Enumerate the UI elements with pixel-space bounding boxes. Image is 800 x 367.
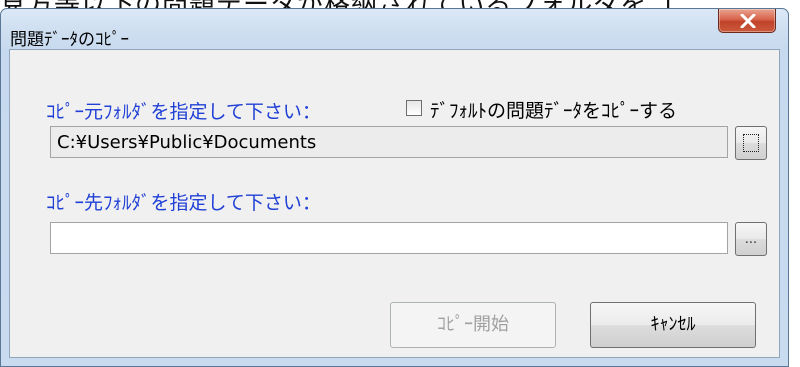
window-title: 問題ﾃﾞｰﾀのｺﾋﾟｰ [10,30,129,50]
cancel-button[interactable]: ｷｬﾝｾﾙ [590,302,756,348]
dialog-window: 問題ﾃﾞｰﾀのｺﾋﾟｰ ｺﾋﾟｰ元ﾌｫﾙﾀﾞを指定して下さい： ﾃﾞﾌｫﾙﾄの問… [0,8,789,367]
destination-folder-label: ｺﾋﾟｰ先ﾌｫﾙﾀﾞを指定して下さい： [46,192,321,214]
screenshot: 見方等以下の問題データが格納されているフォルダをコ 問題ﾃﾞｰﾀのｺﾋﾟｰ ｺﾋ… [0,0,800,367]
destination-browse-button[interactable]: ... [735,222,767,256]
source-browse-button[interactable] [735,126,767,160]
folder-browse-icon [743,134,759,152]
source-path-field[interactable]: C:¥Users¥Public¥Documents [50,126,728,158]
default-data-checkbox[interactable] [406,100,422,116]
dialog-client-area: ｺﾋﾟｰ元ﾌｫﾙﾀﾞを指定して下さい： ﾃﾞﾌｫﾙﾄの問題ﾃﾞｰﾀをｺﾋﾟｰする… [9,49,780,358]
default-data-checkbox-label[interactable]: ﾃﾞﾌｫﾙﾄの問題ﾃﾞｰﾀをｺﾋﾟｰする [430,96,677,123]
close-x-icon [740,14,756,28]
start-copy-button[interactable]: ｺﾋﾟｰ開始 [390,302,556,348]
source-folder-label: ｺﾋﾟｰ元ﾌｫﾙﾀﾞを指定して下さい： [46,101,321,123]
title-bar[interactable]: 問題ﾃﾞｰﾀのｺﾋﾟｰ [1,9,788,50]
close-button[interactable] [718,9,776,33]
destination-path-field[interactable] [50,222,728,254]
